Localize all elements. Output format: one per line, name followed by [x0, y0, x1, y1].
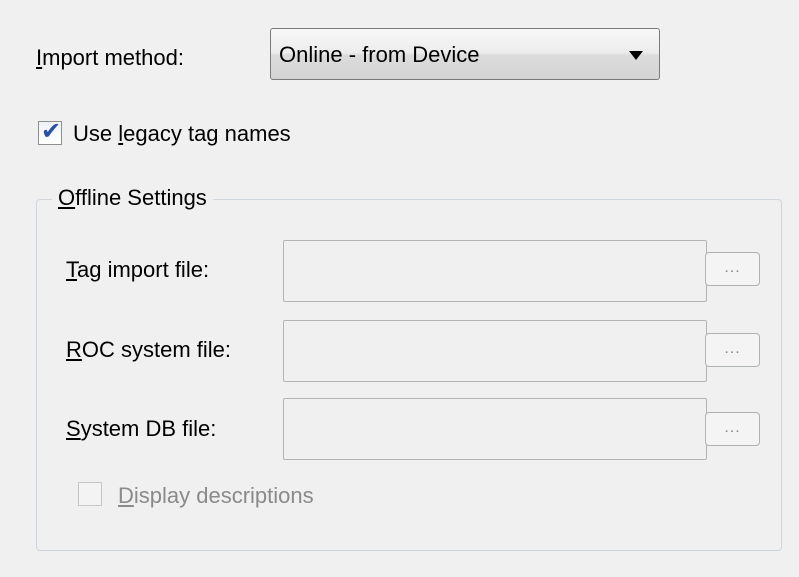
system-db-file-field[interactable]	[283, 398, 707, 460]
system-db-file-browse-button[interactable]: ...	[705, 412, 760, 446]
system-db-file-label: System DB file:	[66, 416, 217, 441]
import-method-dropdown[interactable]: Online - from Device	[270, 28, 660, 80]
roc-system-file-label: ROC system file:	[66, 337, 232, 362]
roc-system-file-browse-button[interactable]: ...	[705, 333, 760, 367]
roc-system-file-field[interactable]	[283, 320, 707, 382]
display-descriptions-label[interactable]: Display descriptions	[118, 482, 314, 510]
import-method-selected-value: Online - from Device	[279, 42, 480, 67]
tag-import-file-field[interactable]	[283, 240, 707, 302]
tag-import-file-browse-button[interactable]: ...	[705, 252, 760, 286]
tag-import-file-label: Tag import file:	[66, 257, 210, 282]
legacy-tag-names-label[interactable]: Use legacy tag names	[73, 121, 291, 147]
checkmark-icon: ✔	[41, 118, 62, 145]
legacy-tag-names-checkbox[interactable]: ✔	[38, 118, 62, 145]
import-settings-panel: { "import_method": { "label": "Import me…	[0, 0, 799, 577]
display-descriptions-checkbox[interactable]	[78, 482, 102, 506]
import-method-label: Import method:	[36, 45, 184, 70]
chevron-down-icon[interactable]	[629, 51, 643, 60]
offline-settings-legend: Offline Settings	[52, 183, 213, 213]
